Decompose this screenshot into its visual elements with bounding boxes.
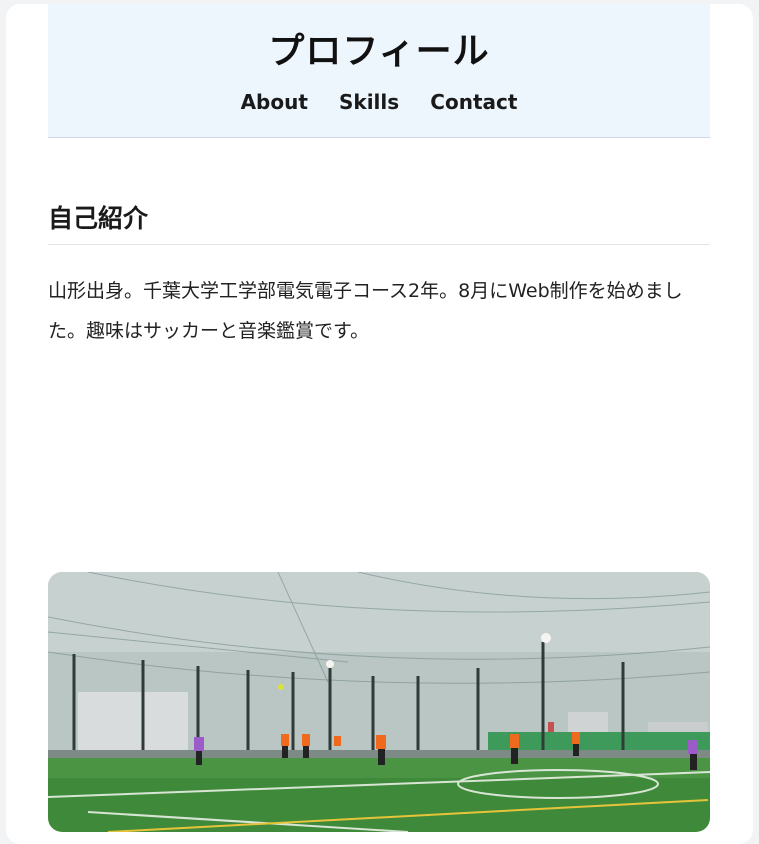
content-container: プロフィール About Skills Contact 自己紹介 山形出身。千葉… — [48, 4, 710, 832]
nav-link-contact[interactable]: Contact — [430, 88, 517, 116]
nav-link-skills[interactable]: Skills — [339, 88, 399, 116]
page-title: プロフィール — [268, 31, 490, 72]
page: プロフィール About Skills Contact 自己紹介 山形出身。千葉… — [6, 4, 753, 844]
section-heading: 自己紹介 — [48, 202, 710, 245]
intro-text: 山形出身。千葉大学工学部電気電子コース2年。8月にWeb制作を始めました。趣味は… — [48, 280, 683, 342]
soccer-field-image — [48, 572, 710, 832]
nav-link-about[interactable]: About — [241, 88, 308, 116]
soccer-photo — [48, 572, 710, 832]
site-header: プロフィール About Skills Contact — [48, 4, 710, 138]
main-nav: About Skills Contact — [48, 88, 710, 116]
intro-section: 自己紹介 山形出身。千葉大学工学部電気電子コース2年。8月にWeb制作を始めまし… — [48, 202, 710, 351]
